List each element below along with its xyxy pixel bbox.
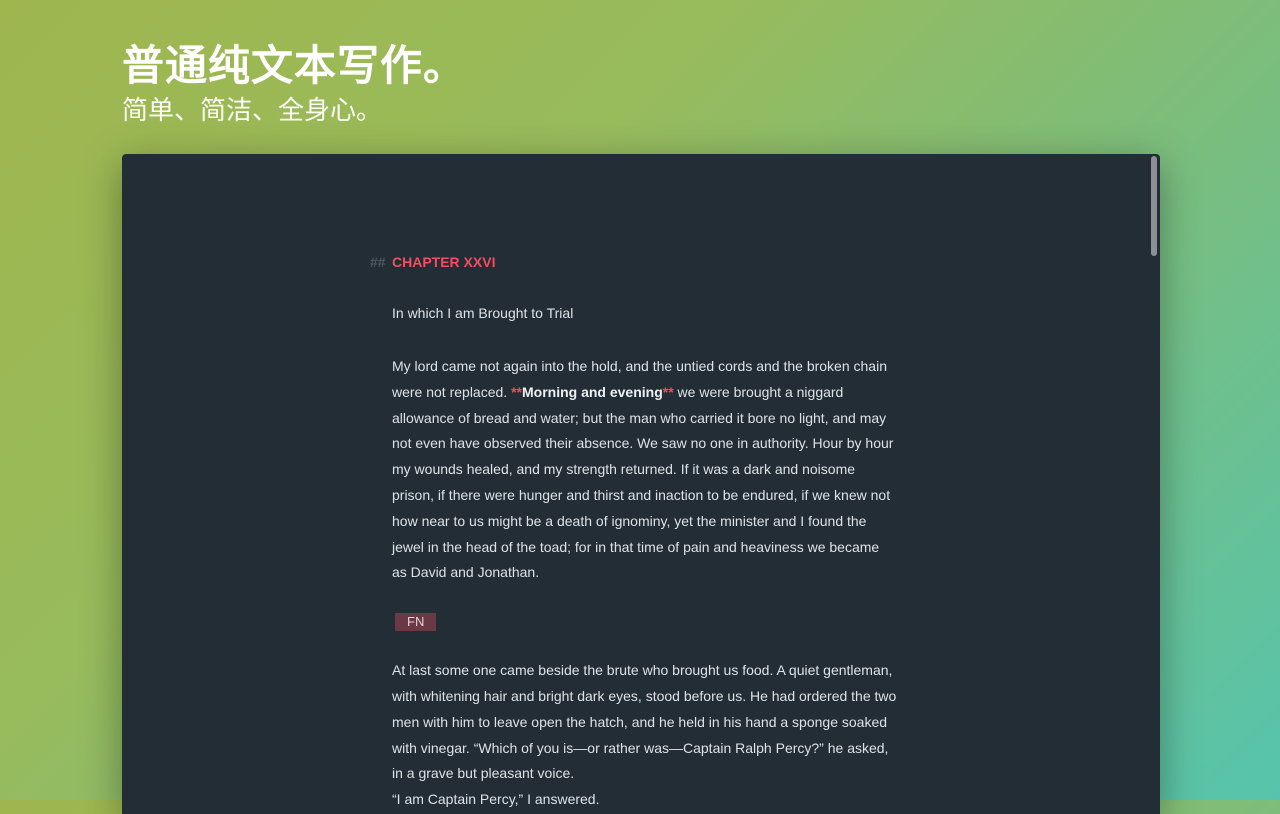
footnote-tag[interactable]: FN [395,613,437,632]
footnote-row: FN [392,611,897,658]
paragraph-1-text-end: we were brought a niggard allowance of b… [392,383,894,581]
scrollbar[interactable] [1148,154,1160,814]
paragraph-2: At last some one came beside the brute w… [392,662,897,782]
scrollbar-thumb[interactable] [1151,156,1157,256]
paragraph-1: My lord came not again into the hold, an… [392,354,897,586]
heading-text: CHAPTER XXVI [392,254,496,270]
editor-window[interactable]: ## CHAPTER XXVI In which I am Brought to… [122,154,1160,814]
paragraph-3: “I am Captain Percy,” I answered. [392,791,600,808]
bold-marker-close: ** [662,383,674,400]
hero-subtitle: 简单、简洁、全身心。 [122,96,383,126]
chapter-heading: ## CHAPTER XXVI [370,252,897,272]
chapter-subtitle: In which I am Brought to Trial [392,305,574,321]
bold-marker-open: ** [511,383,522,400]
bold-text: Morning and evening [521,383,663,400]
hero-header: 普通纯文本写作。 简单、简洁、全身心。 [122,38,466,128]
document-text[interactable]: ## CHAPTER XXVI In which I am Brought to… [370,252,897,814]
heading-marker: ## [370,254,386,270]
hero-title: 普通纯文本写作。 [122,41,467,90]
